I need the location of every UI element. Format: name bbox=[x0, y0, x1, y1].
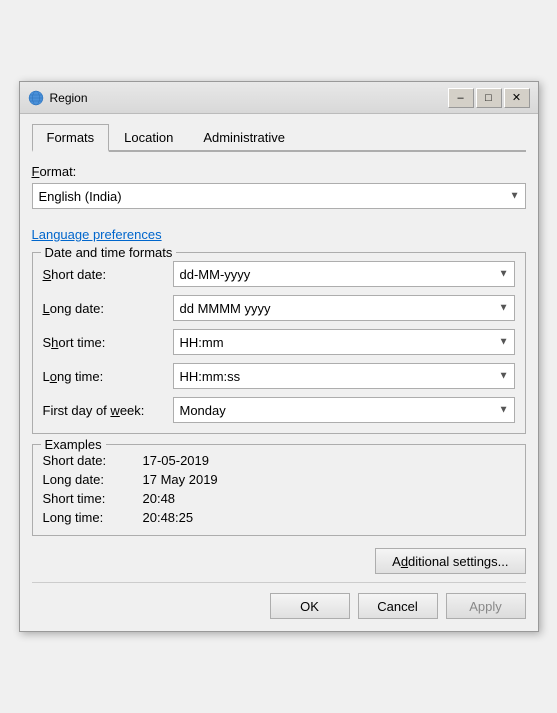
tab-formats[interactable]: Formats bbox=[32, 124, 110, 152]
long-date-select-wrapper: dd MMMM yyyy ▼ bbox=[173, 295, 515, 321]
short-time-label: Short time: bbox=[43, 335, 173, 350]
cancel-button[interactable]: Cancel bbox=[358, 593, 438, 619]
short-date-underline-char: S bbox=[43, 267, 52, 282]
example-short-time-label: Short time: bbox=[43, 491, 143, 506]
first-day-underline-char: w bbox=[110, 403, 119, 418]
example-long-time: Long time: 20:48:25 bbox=[43, 510, 515, 525]
first-day-select[interactable]: Monday bbox=[173, 397, 515, 423]
ok-button[interactable]: OK bbox=[270, 593, 350, 619]
first-day-select-wrapper: Monday ▼ bbox=[173, 397, 515, 423]
long-date-control: dd MMMM yyyy ▼ bbox=[173, 295, 515, 321]
short-date-control: dd-MM-yyyy ▼ bbox=[173, 261, 515, 287]
short-date-row: Short date: dd-MM-yyyy ▼ bbox=[43, 261, 515, 287]
globe-icon bbox=[28, 90, 44, 106]
minimize-button[interactable]: – bbox=[448, 88, 474, 108]
tab-bar: Formats Location Administrative bbox=[32, 122, 526, 152]
example-long-date-value: 17 May 2019 bbox=[143, 472, 218, 487]
window-title: Region bbox=[50, 91, 88, 105]
example-long-time-label: Long time: bbox=[43, 510, 143, 525]
first-day-label: First day of week: bbox=[43, 403, 173, 418]
short-time-select[interactable]: HH:mm bbox=[173, 329, 515, 355]
examples-title: Examples bbox=[41, 437, 106, 452]
date-time-group: Date and time formats Short date: dd-MM-… bbox=[32, 252, 526, 434]
short-date-label: Short date: bbox=[43, 267, 173, 282]
tab-administrative[interactable]: Administrative bbox=[188, 124, 300, 152]
dialog-content: Formats Location Administrative Format: … bbox=[20, 114, 538, 631]
long-time-underline-char: o bbox=[50, 369, 57, 384]
long-time-control: HH:mm:ss ▼ bbox=[173, 363, 515, 389]
long-date-underline-char: L bbox=[43, 301, 50, 316]
language-preferences-link[interactable]: Language preferences bbox=[32, 227, 162, 242]
additional-underline-char: d bbox=[401, 554, 408, 569]
additional-settings-row: AdAdditional settings...ditional setting… bbox=[32, 548, 526, 574]
long-date-label: Long date: bbox=[43, 301, 173, 316]
dialog-buttons: OK Cancel Apply bbox=[32, 582, 526, 619]
example-short-date-value: 17-05-2019 bbox=[143, 453, 210, 468]
format-select-wrapper: English (India) ▼ bbox=[32, 183, 526, 209]
format-label: Format: bbox=[32, 164, 526, 179]
short-date-select[interactable]: dd-MM-yyyy bbox=[173, 261, 515, 287]
format-underline-char: F bbox=[32, 164, 40, 179]
format-select[interactable]: English (India) bbox=[32, 183, 526, 209]
example-short-time-value: 20:48 bbox=[143, 491, 176, 506]
long-date-row: Long date: dd MMMM yyyy ▼ bbox=[43, 295, 515, 321]
title-bar-controls: – □ ✕ bbox=[448, 88, 530, 108]
close-button[interactable]: ✕ bbox=[504, 88, 530, 108]
short-time-underline-char: h bbox=[51, 335, 58, 350]
short-date-select-wrapper: dd-MM-yyyy ▼ bbox=[173, 261, 515, 287]
example-long-date: Long date: 17 May 2019 bbox=[43, 472, 515, 487]
tab-location[interactable]: Location bbox=[109, 124, 188, 152]
first-day-row: First day of week: Monday ▼ bbox=[43, 397, 515, 423]
region-dialog: Region – □ ✕ Formats Location Administra… bbox=[19, 81, 539, 632]
maximize-button[interactable]: □ bbox=[476, 88, 502, 108]
short-time-control: HH:mm ▼ bbox=[173, 329, 515, 355]
apply-button[interactable]: Apply bbox=[446, 593, 526, 619]
long-time-select[interactable]: HH:mm:ss bbox=[173, 363, 515, 389]
date-time-group-title: Date and time formats bbox=[41, 245, 177, 260]
long-time-select-wrapper: HH:mm:ss ▼ bbox=[173, 363, 515, 389]
example-long-time-value: 20:48:25 bbox=[143, 510, 194, 525]
example-short-time: Short time: 20:48 bbox=[43, 491, 515, 506]
title-bar: Region – □ ✕ bbox=[20, 82, 538, 114]
additional-settings-button[interactable]: AdAdditional settings...ditional setting… bbox=[375, 548, 525, 574]
example-short-date-label: Short date: bbox=[43, 453, 143, 468]
title-bar-left: Region bbox=[28, 90, 88, 106]
long-time-label: Long time: bbox=[43, 369, 173, 384]
examples-group: Examples Short date: 17-05-2019 Long dat… bbox=[32, 444, 526, 536]
short-time-select-wrapper: HH:mm ▼ bbox=[173, 329, 515, 355]
format-section: Format: English (India) ▼ bbox=[32, 164, 526, 209]
example-long-date-label: Long date: bbox=[43, 472, 143, 487]
first-day-control: Monday ▼ bbox=[173, 397, 515, 423]
long-date-select[interactable]: dd MMMM yyyy bbox=[173, 295, 515, 321]
long-time-row: Long time: HH:mm:ss ▼ bbox=[43, 363, 515, 389]
example-short-date: Short date: 17-05-2019 bbox=[43, 453, 515, 468]
short-time-row: Short time: HH:mm ▼ bbox=[43, 329, 515, 355]
